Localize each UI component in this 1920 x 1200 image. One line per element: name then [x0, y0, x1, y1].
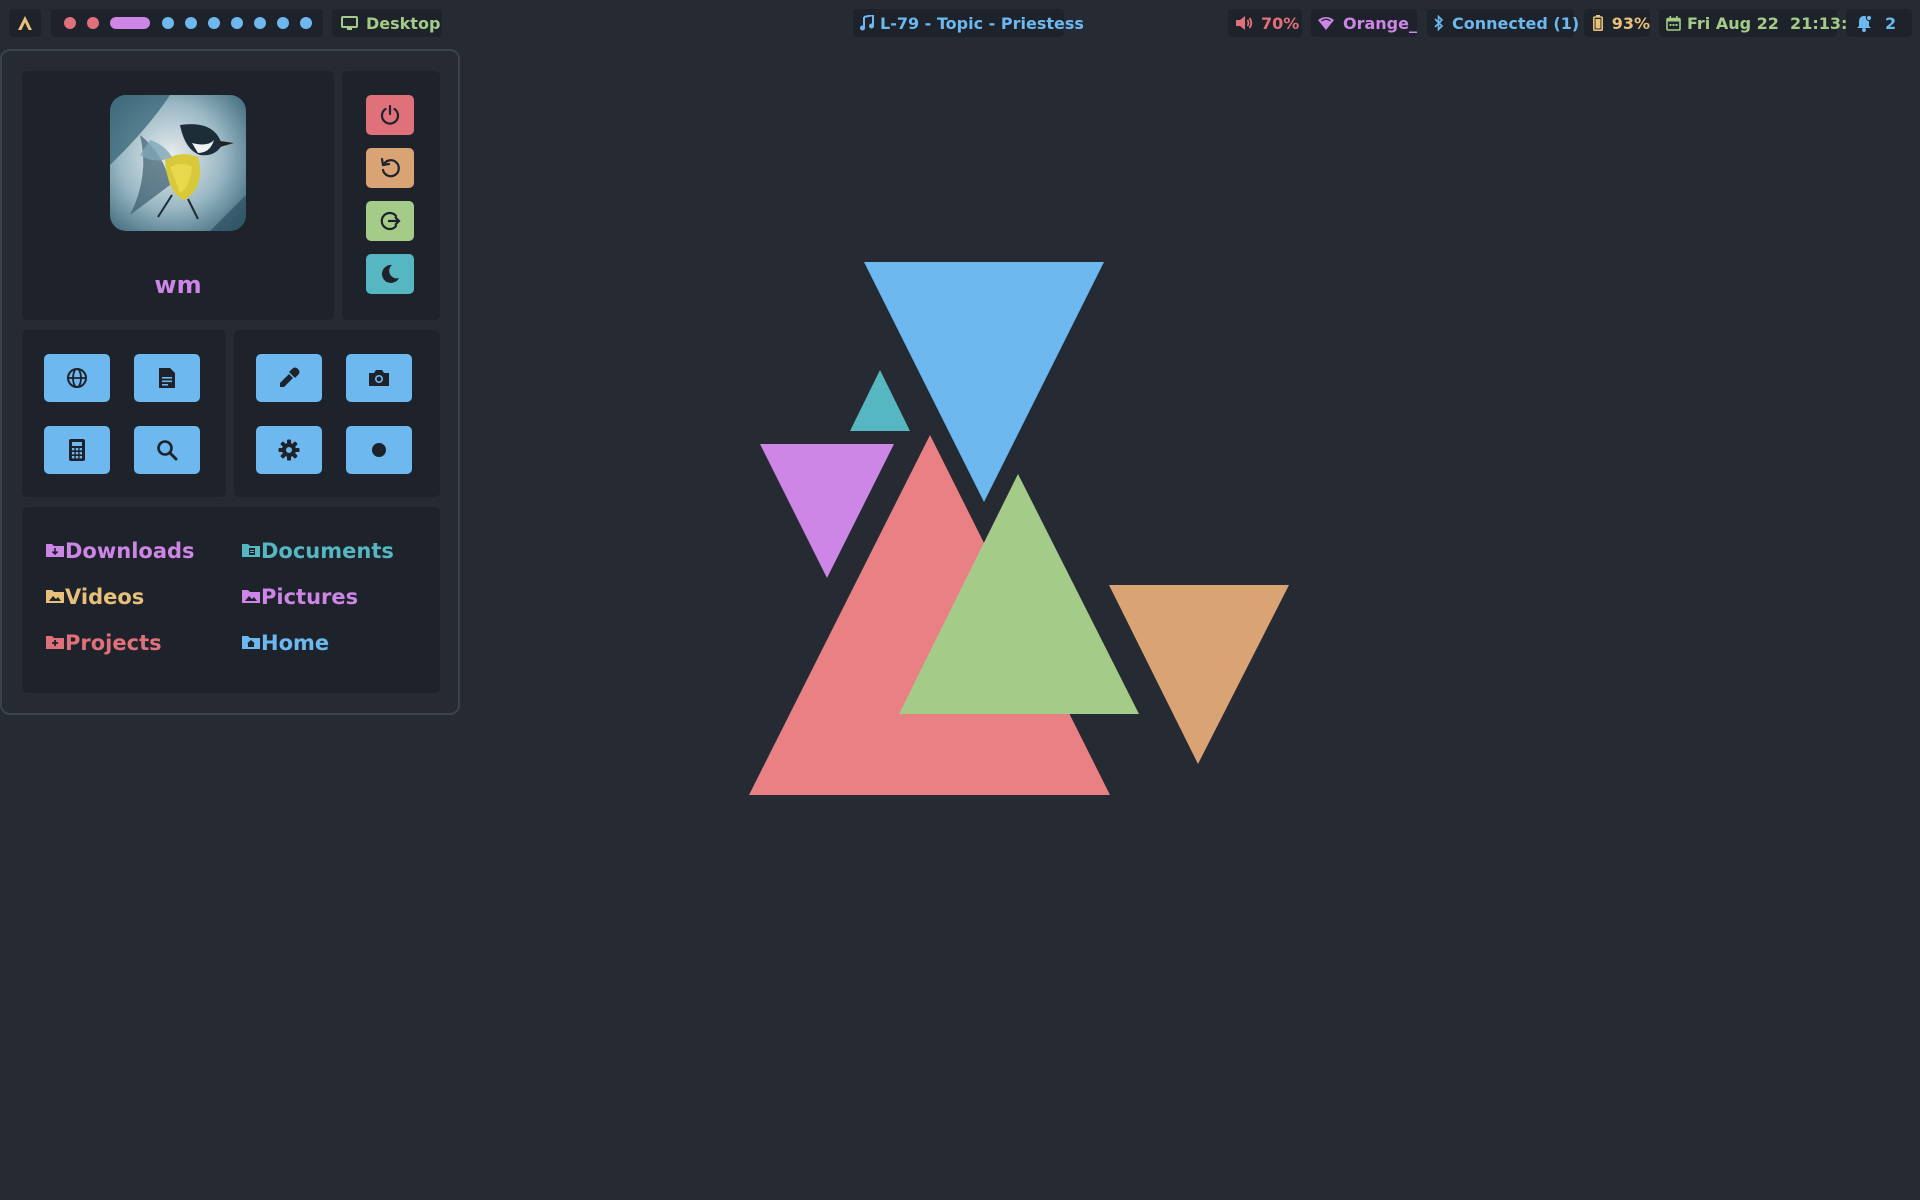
folder-download-icon — [46, 543, 64, 559]
folder-documents[interactable]: Documents — [242, 539, 394, 563]
workspace-9[interactable] — [277, 17, 289, 29]
workspace-3-active[interactable] — [110, 17, 150, 29]
calendar-icon — [1666, 14, 1681, 32]
battery-icon — [1590, 14, 1606, 32]
music-note-icon — [860, 14, 874, 32]
calculator-button[interactable] — [44, 426, 110, 474]
record-button[interactable] — [346, 426, 412, 474]
workspace-8[interactable] — [254, 17, 266, 29]
workspace-4[interactable] — [162, 17, 174, 29]
wifi-indicator[interactable]: Orange_ — [1311, 9, 1417, 37]
folder-home-icon — [242, 635, 260, 651]
workspace-10[interactable] — [300, 17, 312, 29]
bell-icon — [1855, 14, 1873, 32]
eyedropper-icon — [280, 367, 300, 387]
folder-document-icon — [242, 543, 260, 559]
power-menu-card — [342, 71, 440, 320]
avatar — [110, 95, 246, 231]
music-player-indicator[interactable]: L-79 - Topic - Priestess — [853, 9, 1084, 37]
logout-button[interactable] — [366, 201, 414, 241]
volume-indicator[interactable]: 70% — [1228, 9, 1302, 37]
folder-projects[interactable]: Projects — [46, 631, 162, 655]
folder-project-icon — [46, 635, 64, 651]
tools-card-left — [22, 330, 226, 497]
battery-indicator: 93% — [1584, 9, 1650, 37]
workspace-5[interactable] — [185, 17, 197, 29]
settings-button[interactable] — [256, 426, 322, 474]
logo-triangle-blue — [864, 262, 1104, 502]
color-picker-button[interactable] — [256, 354, 322, 402]
battery-level: 93% — [1611, 13, 1650, 33]
folder-pictures[interactable]: Pictures — [242, 585, 358, 609]
search-icon — [157, 440, 178, 461]
workspace-6[interactable] — [208, 17, 220, 29]
folder-label: Documents — [261, 539, 394, 563]
folder-label: Home — [261, 631, 330, 655]
calculator-icon — [69, 439, 85, 461]
profile-card: wm — [22, 71, 334, 320]
username: wm — [154, 271, 202, 299]
wifi-ssid: Orange_ — [1343, 13, 1417, 33]
sleep-button[interactable] — [366, 254, 414, 294]
logo-triangle-teal — [850, 370, 910, 431]
logout-icon — [380, 211, 401, 231]
volume-level: 70% — [1261, 13, 1300, 33]
folder-label: Projects — [65, 631, 162, 655]
folder-home[interactable]: Home — [242, 631, 329, 655]
speaker-icon — [1235, 14, 1253, 32]
folder-video-icon — [46, 589, 64, 605]
folder-videos[interactable]: Videos — [46, 585, 144, 609]
clock-indicator[interactable]: Fri Aug 22 21:13:09 — [1659, 9, 1870, 37]
tools-card-right — [234, 330, 440, 497]
browser-button[interactable] — [44, 354, 110, 402]
wifi-icon — [1317, 14, 1335, 32]
desktop-indicator[interactable]: Desktop — [332, 9, 442, 37]
logo-triangle-orange — [1109, 585, 1289, 764]
notification-count: 2 — [1885, 13, 1897, 33]
reboot-icon — [380, 157, 400, 178]
desktop-label: Desktop — [366, 13, 441, 33]
record-icon — [372, 443, 386, 457]
power-icon — [380, 104, 400, 125]
screenshot-button[interactable] — [346, 354, 412, 402]
workspace-2[interactable] — [87, 17, 99, 29]
workspace-switcher — [51, 9, 323, 37]
folder-picture-icon — [242, 589, 260, 605]
desktop-screen: Desktop L-79 - Topic - Priestess 70% Ora… — [0, 0, 1920, 1200]
power-button[interactable] — [366, 95, 414, 135]
music-track-title: L-79 - Topic - Priestess — [880, 13, 1084, 33]
reboot-button[interactable] — [366, 148, 414, 188]
monitor-icon — [340, 14, 358, 32]
camera-icon — [369, 370, 389, 386]
arch-logo-icon — [18, 16, 32, 30]
workspace-1[interactable] — [64, 17, 76, 29]
search-button[interactable] — [134, 426, 200, 474]
notifications-indicator[interactable]: 2 — [1846, 9, 1912, 37]
document-icon — [159, 368, 175, 388]
bluetooth-status: Connected (1) — [1452, 13, 1580, 33]
clock-datetime: Fri Aug 22 21:13:09 — [1687, 13, 1870, 33]
bluetooth-indicator[interactable]: Connected (1) — [1427, 9, 1579, 37]
notes-button[interactable] — [134, 354, 200, 402]
launcher-button[interactable] — [9, 9, 41, 37]
workspace-7[interactable] — [231, 17, 243, 29]
gear-icon — [278, 439, 300, 461]
globe-icon — [67, 368, 87, 388]
folder-label: Downloads — [65, 539, 195, 563]
folder-downloads[interactable]: Downloads — [46, 539, 195, 563]
folder-label: Videos — [65, 585, 145, 609]
folders-card: Downloads Documents Videos Pictures Proj… — [22, 507, 440, 693]
control-center-panel: wm Downloads Documents Videos Pictures P… — [0, 49, 460, 715]
bluetooth-icon — [1434, 14, 1444, 32]
moon-icon — [381, 264, 399, 283]
folder-label: Pictures — [261, 585, 359, 609]
